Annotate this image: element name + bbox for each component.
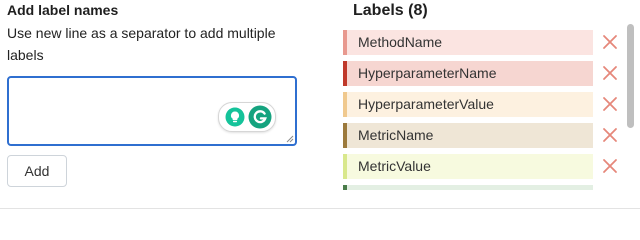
- resize-grip-icon[interactable]: [286, 135, 294, 143]
- label-item: MetricValue: [343, 154, 625, 179]
- label-names-textarea[interactable]: [13, 80, 213, 140]
- label-chip[interactable]: MetricName: [343, 123, 593, 148]
- label-item: HyperparameterValue: [343, 92, 625, 117]
- labels-list: MethodName HyperparameterName Hyperparam…: [343, 30, 625, 190]
- label-item: MetricName: [343, 123, 625, 148]
- add-label-description: Use new line as a separator to add multi…: [7, 25, 276, 63]
- section-divider: [0, 208, 640, 209]
- remove-label-button[interactable]: [600, 155, 620, 177]
- labels-panel: Labels (8) MethodName HyperparameterName…: [343, 0, 640, 190]
- add-label-title: Add label names: [7, 2, 119, 18]
- close-x-icon: [603, 128, 617, 142]
- label-chip[interactable]: MetricValue: [343, 154, 593, 179]
- label-chip[interactable]: MethodName: [343, 30, 593, 55]
- label-text: HyperparameterValue: [358, 96, 494, 112]
- label-text: MetricName: [358, 127, 434, 143]
- label-text: HyperparameterName: [358, 65, 497, 81]
- close-x-icon: [603, 97, 617, 111]
- label-chip[interactable]: HyperparameterValue: [343, 92, 593, 117]
- add-button[interactable]: Add: [7, 155, 67, 187]
- label-chip[interactable]: HyperparameterName: [343, 61, 593, 86]
- remove-label-button[interactable]: [600, 31, 620, 53]
- label-item: MethodName: [343, 30, 625, 55]
- label-item: HyperparameterName: [343, 61, 625, 86]
- writing-assistant-widget[interactable]: [218, 102, 276, 132]
- grammarly-icon[interactable]: [248, 105, 272, 129]
- remove-label-button[interactable]: [600, 124, 620, 146]
- label-chip[interactable]: [343, 185, 593, 190]
- close-x-icon: [603, 159, 617, 173]
- close-x-icon: [603, 35, 617, 49]
- label-text: MethodName: [358, 34, 443, 50]
- label-item: [343, 185, 625, 190]
- remove-label-button[interactable]: [600, 62, 620, 84]
- label-text: MetricValue: [358, 158, 431, 174]
- remove-label-button[interactable]: [600, 93, 620, 115]
- label-names-textarea-wrapper: [7, 76, 297, 146]
- labels-title: Labels (8): [353, 2, 428, 19]
- lightbulb-icon[interactable]: [225, 107, 245, 127]
- labels-scrollbar[interactable]: [627, 24, 634, 128]
- close-x-icon: [603, 66, 617, 80]
